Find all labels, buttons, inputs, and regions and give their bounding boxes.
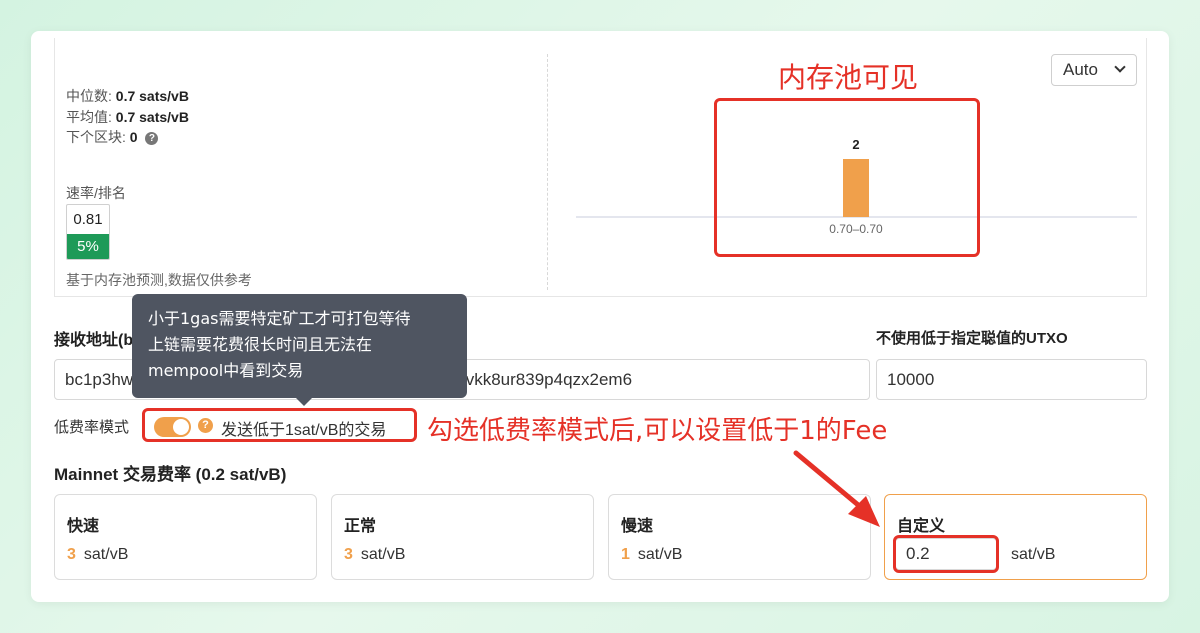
utxo-threshold-input[interactable]: 10000 [876, 359, 1147, 400]
annotation-box-mempool [714, 98, 980, 257]
tooltip-line-1: 小于1gas需要特定矿工才可打包等待 [148, 309, 411, 328]
tooltip-line-2: 上链需要花费很长时间且无法在 [148, 335, 373, 354]
tooltip-line-3: mempool中看到交易 [148, 361, 304, 380]
fee-option-name: 快速 [67, 518, 100, 535]
fee-option-name: 自定义 [897, 518, 946, 535]
low-fee-tooltip: 小于1gas需要特定矿工才可打包等待 上链需要花费很长时间且无法在 mempoo… [132, 294, 467, 406]
fee-option-name: 慢速 [621, 518, 654, 535]
annotation-box-custom-fee [893, 535, 999, 573]
tooltip-arrow [296, 398, 312, 406]
fee-rate-title: Mainnet 交易费率 (0.2 sat/vB) [54, 465, 287, 484]
fee-option-fast[interactable]: 快速 3 sat/vB [54, 494, 317, 580]
fee-option-value: 3 sat/vB [67, 546, 129, 563]
custom-fee-unit: sat/vB [1011, 546, 1056, 563]
fee-option-normal[interactable]: 正常 3 sat/vB [331, 494, 594, 580]
annotation-lowfee-hint: 勾选低费率模式后,可以设置低于1的Fee [427, 416, 888, 446]
utxo-threshold-label: 不使用低于指定聪值的UTXO [876, 330, 1068, 347]
fee-option-name: 正常 [344, 518, 377, 535]
fee-option-value: 1 sat/vB [621, 546, 683, 563]
fee-option-slow[interactable]: 慢速 1 sat/vB [608, 494, 871, 580]
fee-option-value: 3 sat/vB [344, 546, 406, 563]
annotation-mempool-visible: 内存池可见 [778, 61, 919, 94]
low-fee-mode-label: 低费率模式 [54, 419, 130, 436]
annotation-box-lowfee [142, 408, 417, 442]
